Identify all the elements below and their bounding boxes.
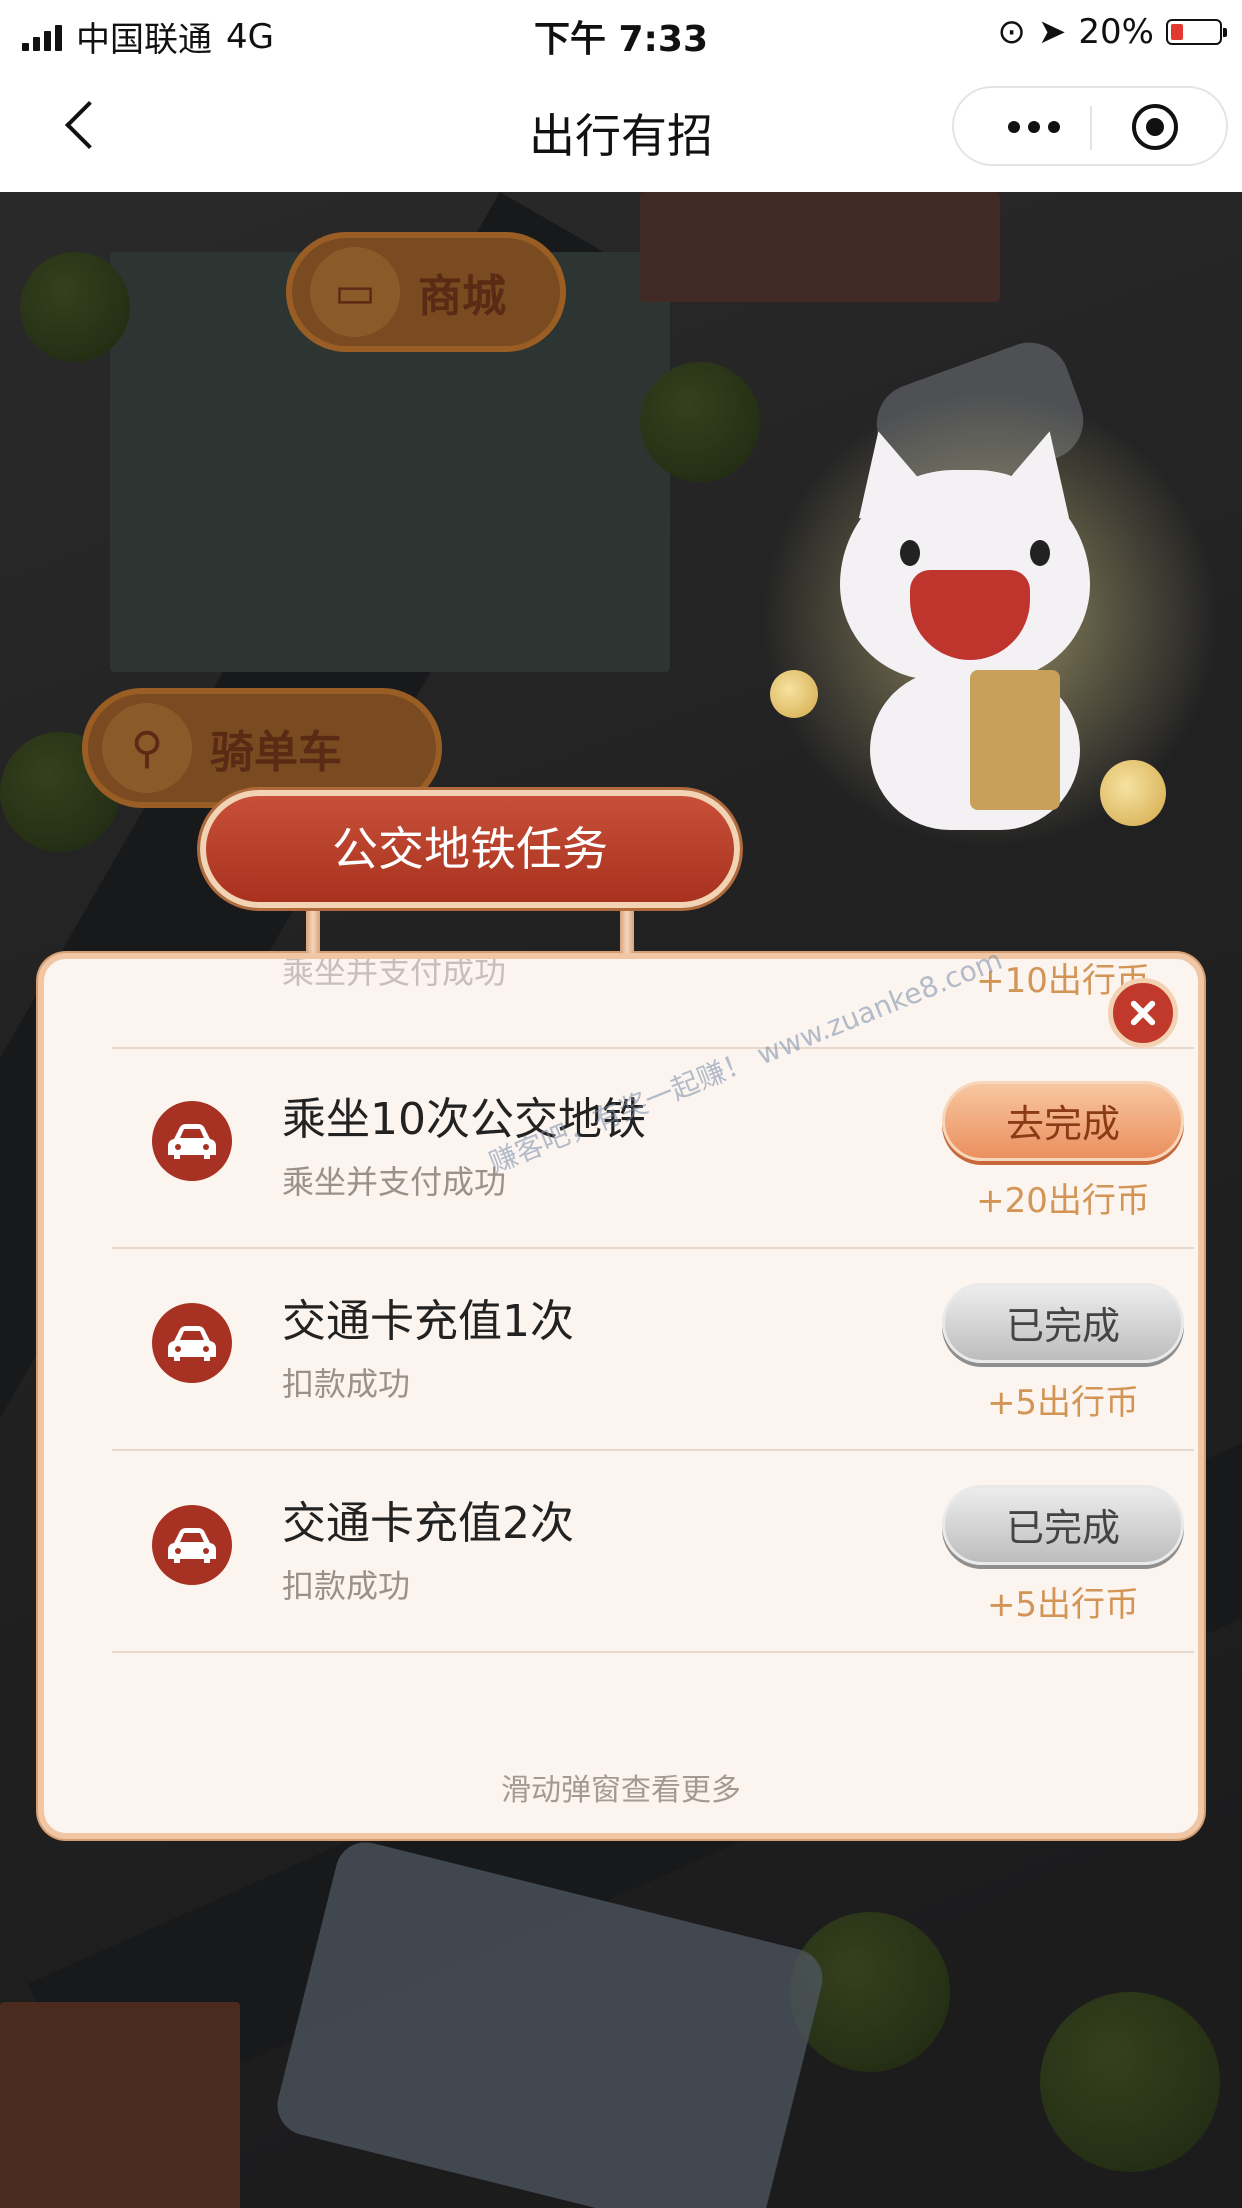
panel-rod [620, 905, 634, 953]
location-icon: ➤ [1037, 12, 1067, 52]
task-subtitle: 乘坐并支付成功 [282, 953, 507, 991]
go-complete-button[interactable]: 去完成 [942, 1081, 1184, 1161]
nav-bar: 出行有招 [0, 64, 1242, 192]
coin-icon [770, 670, 818, 718]
capsule-divider [1090, 106, 1092, 150]
panel-rod [306, 905, 320, 953]
status-bar: 中国联通 4G 下午 7:33 ⊙ ➤ 20% [0, 0, 1242, 64]
close-icon[interactable] [1108, 978, 1178, 1048]
bike-label: 骑单车 [210, 727, 342, 778]
mall-label: 商城 [418, 271, 506, 322]
capsule-close-icon[interactable] [1132, 104, 1178, 150]
status-right: ⊙ ➤ 20% [997, 12, 1227, 52]
car-icon [152, 1505, 232, 1585]
more-icon[interactable] [994, 112, 1074, 142]
car-icon [152, 1303, 232, 1383]
task-row: 交通卡充值1次 扣款成功 已完成 +5出行币 [112, 1249, 1194, 1451]
cat-mascot [760, 390, 1220, 850]
task-subtitle: 扣款成功 [282, 1365, 411, 1403]
miniapp-capsule [952, 86, 1228, 166]
battery-percent: 20% [1078, 12, 1154, 52]
task-reward: +20出行币 [976, 1181, 1150, 1221]
task-subtitle: 扣款成功 [282, 1567, 411, 1605]
panel-title: 公交地铁任务 [200, 790, 740, 908]
coin-icon [1100, 760, 1166, 826]
task-reward: +5出行币 [986, 1383, 1140, 1423]
clipboard-icon [970, 670, 1060, 810]
car-icon [152, 1101, 232, 1181]
task-subtitle: 乘坐并支付成功 [282, 1163, 507, 1201]
task-title: 交通卡充值2次 [282, 1498, 574, 1549]
task-reward: +5出行币 [986, 1585, 1140, 1625]
completed-button[interactable]: 已完成 [942, 1283, 1184, 1363]
task-panel[interactable]: 乘坐并支付成功 +10出行币 乘坐10次公交地铁 乘坐并支付成功 去完成 +20… [38, 953, 1204, 1839]
orientation-lock-icon: ⊙ [997, 12, 1026, 52]
task-title: 交通卡充值1次 [282, 1296, 574, 1347]
scroll-hint: 滑动弹窗查看更多 [501, 1773, 741, 1808]
bicycle-icon: ⚲ [102, 703, 192, 793]
mall-entry[interactable]: ▭ 商城 [286, 232, 566, 352]
task-row: 交通卡充值2次 扣款成功 已完成 +5出行币 [112, 1451, 1194, 1653]
battery-icon [1166, 19, 1227, 45]
completed-button[interactable]: 已完成 [942, 1485, 1184, 1565]
shopping-bag-icon: ▭ [310, 247, 400, 337]
task-row-partial: 乘坐并支付成功 +10出行币 [112, 953, 1194, 1049]
